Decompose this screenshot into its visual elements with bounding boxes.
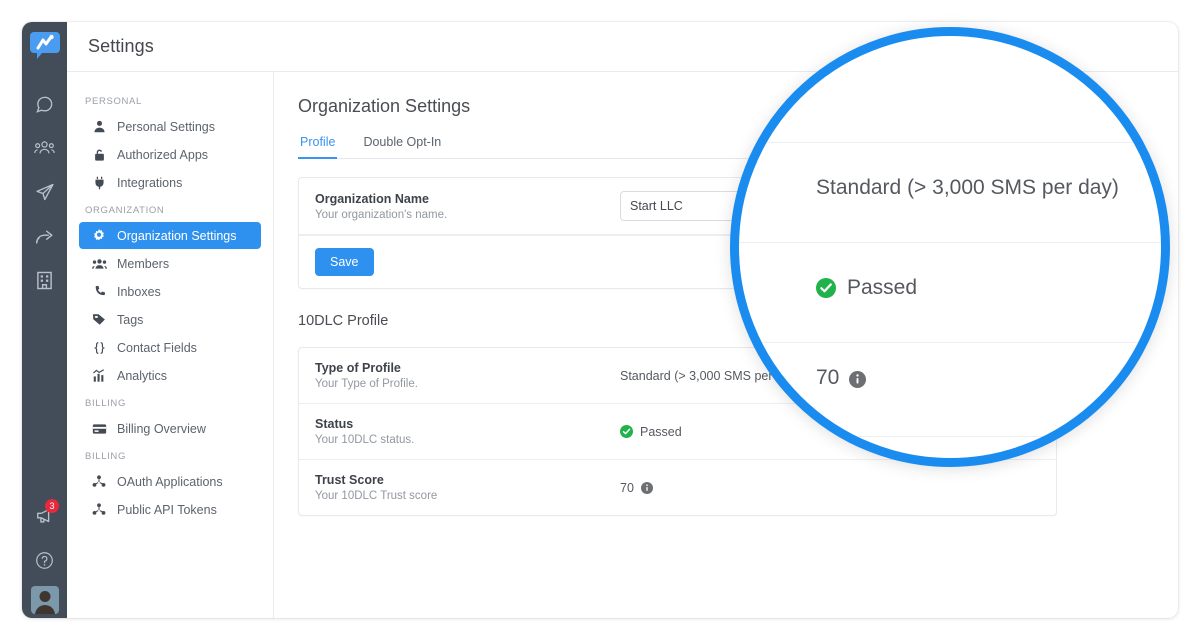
magnifier-loupe: Standard (> 3,000 SMS per day) Passed 70 [730,27,1170,467]
check-circle-icon [816,278,836,298]
magnified-type-of-profile: Standard (> 3,000 SMS per day) [816,176,1119,200]
sidebar-item-authorized-apps[interactable]: Authorized Apps [79,141,261,168]
chat-bubble-icon [35,95,54,114]
magnified-trust-score-text: 70 [816,366,840,389]
row-label: Type of Profile Your Type of Profile. [315,361,620,390]
sidebar-item-label: Personal Settings [117,119,215,134]
row-subtitle: Your Type of Profile. [315,378,418,390]
save-button[interactable]: Save [315,248,374,276]
sidebar-item-inboxes[interactable]: Inboxes [79,278,261,305]
sidebar-item-tags[interactable]: Tags [79,306,261,333]
tag-icon [89,313,109,326]
announcements-badge: 3 [45,499,59,513]
sidebar-item-label: Public API Tokens [117,502,217,517]
rail-item-automations[interactable] [22,214,67,258]
phone-icon [89,285,109,298]
row-subtitle: Your 10DLC status. [315,434,415,446]
gear-icon [89,228,109,243]
row-subtitle: Your 10DLC Trust score [315,490,438,502]
magnified-type-of-profile-text: Standard (> 3,000 SMS per day) [816,176,1119,199]
row-label: Status Your 10DLC status. [315,417,620,446]
rail-item-campaigns[interactable] [22,170,67,214]
app-rail: 3 [22,22,67,618]
sidebar-item-label: Tags [117,312,144,327]
avatar-body [34,605,55,614]
screenshot-root: 3 Settings PERSONAL Personal Settings Au… [0,0,1200,630]
rail-item-contacts[interactable] [22,126,67,170]
sidebar-item-public-api-tokens[interactable]: Public API Tokens [79,496,261,523]
magnifier-content: Standard (> 3,000 SMS per day) Passed 70 [739,36,1161,458]
row-label: Trust Score Your 10DLC Trust score [315,473,620,502]
tab-profile[interactable]: Profile [298,131,338,159]
share-arrow-icon [34,227,55,246]
rail-item-announcements[interactable]: 3 [22,494,67,538]
plug-icon [89,176,109,190]
share-nodes-icon [89,503,109,516]
sidebar-item-label: Inboxes [117,284,161,299]
sidebar-item-personal-settings[interactable]: Personal Settings [79,113,261,140]
braces-icon [89,341,109,355]
rail-item-conversations[interactable] [22,82,67,126]
check-circle-icon [620,425,633,438]
sidebar-item-label: Organization Settings [117,228,237,243]
magnified-status: Passed [816,276,917,300]
row-title: Organization Name [315,191,429,206]
magnified-trust-score: 70 [816,366,867,390]
magnified-status-text: Passed [847,276,918,299]
magnifier-divider [739,142,1161,143]
person-icon [89,120,109,133]
paper-plane-icon [35,182,55,202]
magnifier-divider [739,242,1161,243]
app-logo-chat-chart[interactable] [29,30,60,60]
row-title: Type of Profile [315,361,401,375]
settings-sidebar: PERSONAL Personal Settings Authorized Ap… [67,72,274,618]
magnifier-divider [739,436,1161,437]
rail-item-organization[interactable] [22,258,67,302]
table-row: Trust Score Your 10DLC Trust score 70 [299,460,1056,515]
sidebar-item-label: Integrations [117,175,183,190]
rail-item-avatar[interactable] [22,582,67,618]
building-icon [36,271,53,290]
status-value: Passed [640,424,682,439]
nav-section-label: BILLING [85,451,126,462]
info-icon[interactable] [849,370,867,388]
avatar [30,586,59,614]
row-title: Trust Score [315,473,384,487]
people-icon [89,258,109,270]
nav-section-label: PERSONAL [85,96,142,107]
sidebar-item-contact-fields[interactable]: Contact Fields [79,334,261,361]
sidebar-item-label: Analytics [117,368,168,383]
sidebar-item-integrations[interactable]: Integrations [79,169,261,196]
nav-section-label: BILLING [85,398,126,409]
magnifier-divider [739,342,1161,343]
bar-chart-icon [89,368,109,383]
sidebar-item-label: Billing Overview [117,421,206,436]
row-value: 70 [620,481,1040,495]
help-circle-icon [35,551,54,570]
row-subtitle: Your organization's name. [315,208,448,221]
row-label: Organization Name Your organization's na… [315,192,620,221]
sidebar-item-label: Members [117,256,170,271]
share-nodes-icon [89,475,109,488]
sidebar-item-oauth-applications[interactable]: OAuth Applications [79,468,261,495]
tab-double-opt-in[interactable]: Double Opt-In [361,131,443,159]
sidebar-item-billing-overview[interactable]: Billing Overview [79,415,261,442]
nav-section-label: ORGANIZATION [85,205,165,216]
sidebar-item-analytics[interactable]: Analytics [79,362,261,389]
sidebar-item-label: OAuth Applications [117,474,223,489]
contacts-group-icon [34,139,55,158]
rail-item-help[interactable] [22,538,67,582]
sidebar-item-organization-settings[interactable]: Organization Settings [79,222,261,249]
sidebar-item-members[interactable]: Members [79,250,261,277]
lock-icon [89,148,109,162]
page-header-title: Settings [88,36,154,56]
info-icon[interactable] [640,481,653,494]
credit-card-icon [89,423,109,435]
row-title: Status [315,417,354,431]
avatar-head [39,591,50,602]
trust-score-value: 70 [620,480,634,495]
sidebar-item-label: Authorized Apps [117,147,209,162]
sidebar-item-label: Contact Fields [117,340,197,355]
